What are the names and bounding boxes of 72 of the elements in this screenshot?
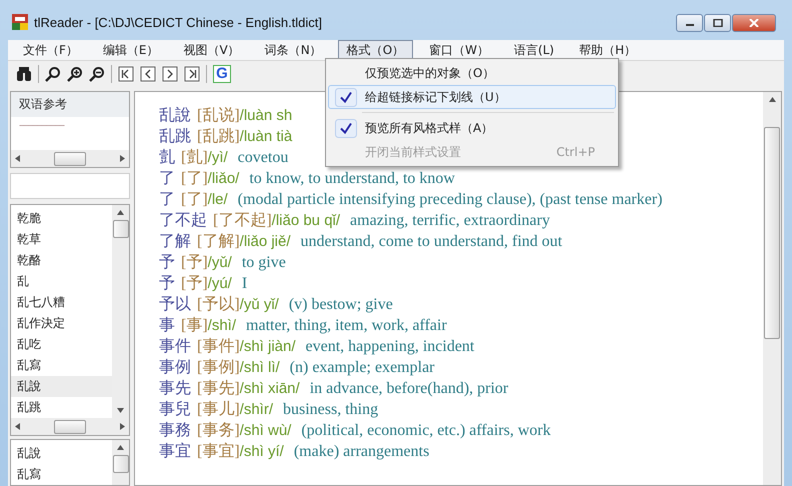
menu-item[interactable]: 文件（F） (14, 40, 87, 60)
dictionary-entry: 了解 [了解]/liǎo jiě/ understand, come to understand, find out (159, 232, 562, 252)
menu-item[interactable]: 仅预览选中的对象（O） (328, 61, 616, 85)
word-list-item[interactable]: 乱說 (11, 376, 112, 397)
maximize-icon (712, 19, 722, 27)
scroll-right-arrow-icon[interactable] (120, 423, 125, 430)
word-list-item[interactable]: 乱 (11, 271, 112, 292)
dictionary-entry: 乱說 [乱说]/luàn sh (159, 106, 294, 126)
dictionary-entry: 了不起 [了不起]/liǎo bu qǐ/ amazing, terrific, extraordinary (159, 211, 550, 231)
scroll-left-arrow-icon[interactable] (15, 423, 20, 430)
word-list-item[interactable]: 乱吃 (11, 334, 112, 355)
menu-item[interactable]: 视图（V） (174, 40, 249, 60)
word-list-item[interactable]: 乱寫 (11, 355, 112, 376)
binoculars-icon[interactable] (16, 66, 32, 82)
scroll-left-arrow-icon[interactable] (15, 155, 20, 162)
dictionary-entry: 事件 [事件]/shì jiàn/ event, happening, incident (159, 336, 474, 357)
menu-item[interactable]: 窗口（W） (420, 40, 498, 60)
minimize-button[interactable] (676, 14, 703, 32)
menu-item[interactable]: 词条（N） (256, 40, 331, 60)
zoom-out-icon[interactable] (89, 66, 105, 82)
search-icon[interactable] (45, 66, 61, 82)
word-list-item[interactable]: 乾酪 (11, 250, 112, 271)
zoom-in-icon[interactable] (67, 66, 83, 82)
dictionary-entry: 乱跳 [乱跳]/luàn tià (159, 127, 294, 147)
scroll-up-arrow-icon[interactable] (768, 97, 776, 102)
scrollbar-thumb[interactable] (112, 220, 128, 238)
dictionary-entry: 了 [了]/le/ (modal particle intensifying preceding clause), (past tense marker) (159, 190, 662, 210)
menu-item[interactable]: 帮助（H） (570, 40, 646, 60)
close-icon (749, 19, 759, 27)
dictionary-entry: 事務 [事务]/shì wù/ (political, economic, etc.) affairs, work (159, 420, 551, 441)
dictionary-entry: 事兒 [事儿]/shìr/ business, thing (159, 400, 378, 420)
dictionary-entry: 了 [了]/liǎo/ to know, to understand, to know (159, 169, 455, 189)
menu-item[interactable]: 给超链接标记下划线（U） (328, 85, 616, 109)
close-button[interactable] (732, 14, 776, 32)
scroll-up-arrow-icon[interactable] (117, 210, 124, 215)
history-list-item[interactable]: 乱寫 (11, 464, 112, 485)
scrollbar-thumb[interactable] (112, 455, 128, 473)
dictionary-entry: 事宜 [事宜]/shì yí/ (make) arrangements (159, 442, 430, 462)
search-field[interactable] (10, 173, 130, 199)
word-list-item[interactable]: 乾脆 (11, 208, 112, 229)
previous-icon[interactable] (140, 66, 156, 82)
first-page-icon[interactable] (118, 66, 134, 82)
scroll-up-arrow-icon[interactable] (117, 445, 124, 450)
word-list-item[interactable]: 乱跳 (11, 397, 112, 418)
scroll-right-arrow-icon[interactable] (120, 155, 125, 162)
web-search-button[interactable]: G (213, 65, 231, 83)
last-page-icon[interactable] (184, 66, 200, 82)
scrollbar-thumb[interactable] (54, 152, 86, 166)
dictionary-entry: 予 [予]/yǔ/ to give (159, 253, 286, 273)
app-icon (12, 14, 28, 30)
history-list-item[interactable]: 乱說 (11, 443, 112, 464)
dictionary-entry: 事 [事]/shì/ matter, thing, item, work, affair (159, 316, 447, 336)
panel-header: 双语参考 (11, 92, 129, 117)
window-title: tlReader - [C:\DJ\CEDICT Chinese - English.tldict] (34, 14, 324, 30)
menu-item[interactable]: 编辑（E） (94, 40, 168, 60)
next-icon[interactable] (162, 66, 178, 82)
dictionary-entry: 亄 [亄]/yì/ covetou (159, 148, 288, 168)
maximize-button[interactable] (704, 14, 731, 32)
word-list-item[interactable]: 乾草 (11, 229, 112, 250)
scrollbar-thumb[interactable] (764, 127, 780, 339)
menu-item[interactable]: 格式（O） (338, 40, 414, 60)
word-list-item[interactable]: 乱作決定 (11, 313, 112, 334)
menu-item[interactable]: 语言(L) (505, 40, 564, 60)
scroll-down-arrow-icon[interactable] (117, 408, 124, 413)
dictionary-entry: 事先 [事先]/shì xiān/ in advance, before(hand), prior (159, 378, 508, 399)
dictionary-entry: 予以 [予以]/yǔ yǐ/ (v) bestow; give (159, 294, 393, 315)
menu-item[interactable]: 预览所有风格式样（A） (328, 116, 616, 140)
scrollbar-thumb[interactable] (54, 420, 86, 434)
word-list-item[interactable]: 乱七八糟 (11, 292, 112, 313)
dashed-line-text: -------------------- (18, 120, 66, 133)
dictionary-entry: 予 [予]/yú/ I (159, 274, 248, 294)
dictionary-entry: 事例 [事例]/shì lì/ (n) example; exemplar (159, 358, 434, 378)
